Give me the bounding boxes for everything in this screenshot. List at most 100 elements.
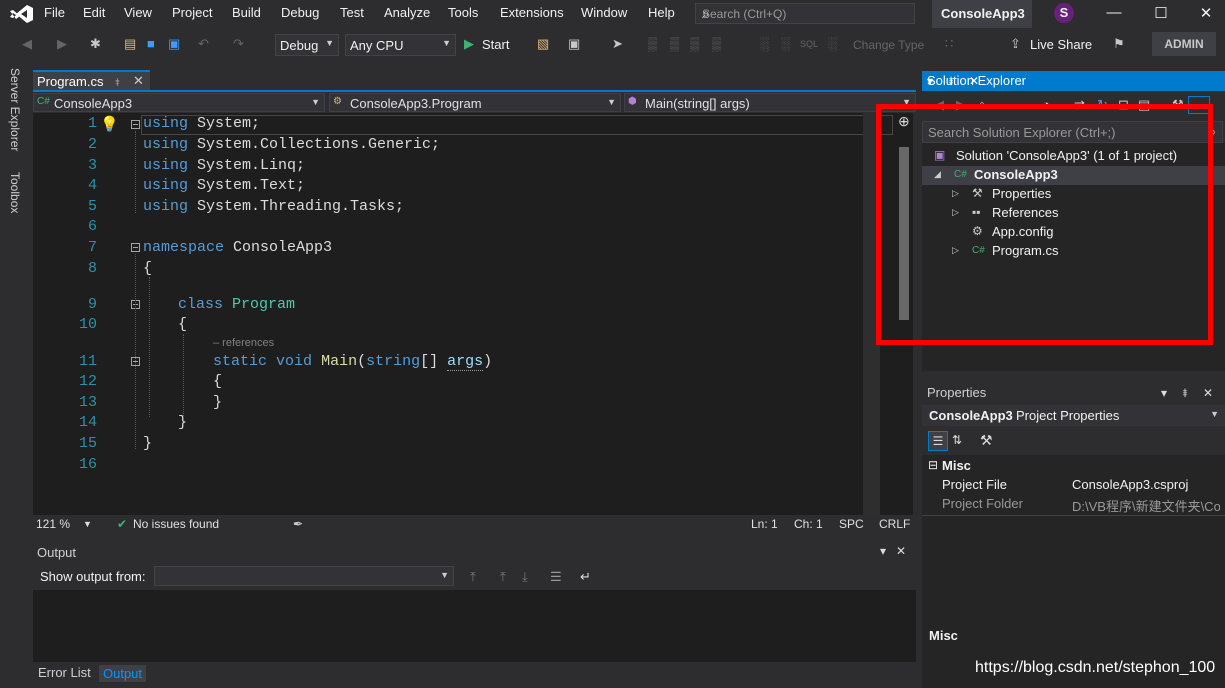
change-type-button[interactable]: Change Type bbox=[853, 38, 924, 52]
close-tab-icon[interactable]: ✕ bbox=[133, 73, 144, 89]
toolbar-icon-f[interactable]: ░ bbox=[781, 36, 790, 51]
minimize-icon[interactable]: — bbox=[1104, 4, 1124, 21]
toolbar-icon-g[interactable]: ░ bbox=[828, 36, 837, 51]
new-project-icon[interactable]: ✱ bbox=[90, 36, 101, 52]
sql-icon[interactable]: SQL bbox=[800, 39, 818, 49]
feedback-icon[interactable]: ⚑ bbox=[1113, 36, 1125, 52]
solution-configuration-select[interactable]: Debug ▼ bbox=[275, 34, 339, 56]
code-editor[interactable]: 💡 1 2 3 4 5 6 7 8 9 10 11 12 13 14 15 16… bbox=[33, 113, 913, 515]
property-pages-icon[interactable]: ⚒ bbox=[980, 432, 993, 449]
close-window-icon[interactable]: ✕ bbox=[1196, 4, 1216, 22]
tab-program-cs[interactable]: Program.cs ⯒ ✕ bbox=[33, 70, 150, 90]
type-name: Program bbox=[232, 296, 296, 313]
menu-project[interactable]: Project bbox=[172, 5, 212, 20]
solution-platform-select[interactable]: Any CPU ▼ bbox=[345, 34, 456, 56]
menu-view[interactable]: View bbox=[124, 5, 152, 20]
menu-debug[interactable]: Debug bbox=[281, 5, 319, 20]
toolbar-icon-a[interactable]: ▒ bbox=[648, 36, 657, 51]
menu-analyze[interactable]: Analyze bbox=[384, 5, 430, 20]
keyword: class bbox=[178, 296, 224, 313]
configuration-value: Debug bbox=[280, 38, 319, 53]
properties-object-select[interactable]: ConsoleApp3 Project Properties ▼ bbox=[922, 405, 1225, 426]
navigate-forward-icon[interactable]: ▶ bbox=[57, 36, 67, 52]
tab-error-list[interactable]: Error List bbox=[38, 665, 91, 680]
account-avatar[interactable]: S bbox=[1054, 3, 1074, 23]
save-all-icon[interactable]: ▣ bbox=[168, 36, 180, 52]
chevron-down-icon[interactable]: ▼ bbox=[83, 519, 92, 529]
parameter-name: args bbox=[447, 353, 484, 371]
indent-mode[interactable]: SPC bbox=[839, 517, 864, 531]
toolbar-icon-c[interactable]: ▒ bbox=[690, 36, 699, 51]
tab-title: Program.cs bbox=[37, 74, 104, 89]
menu-help[interactable]: Help bbox=[648, 5, 675, 20]
project-nav-select[interactable]: C# ConsoleApp3 ▼ bbox=[33, 93, 325, 112]
lightbulb-icon[interactable]: 💡 bbox=[100, 115, 119, 133]
window-buttons-icon[interactable]: ▾ ⯒ ✕ bbox=[927, 72, 1219, 93]
toolbar-icon-d[interactable]: ▒ bbox=[712, 36, 721, 51]
categorized-icon[interactable]: ☰ bbox=[928, 431, 948, 451]
codelens-references[interactable]: – references bbox=[213, 337, 274, 349]
line-endings[interactable]: CRLF bbox=[879, 517, 910, 531]
clear-all-icon[interactable]: ☰ bbox=[550, 569, 562, 585]
chevron-down-icon: ▼ bbox=[440, 570, 449, 580]
search-icon: ⌕ bbox=[702, 5, 710, 21]
collapse-using-icon[interactable] bbox=[131, 120, 140, 129]
server-explorer-tab[interactable]: Server Explorer bbox=[8, 68, 22, 151]
toolbar-icon-e[interactable]: ░ bbox=[760, 36, 769, 51]
collapse-namespace-icon[interactable] bbox=[131, 243, 140, 252]
category-label: Misc bbox=[942, 458, 971, 473]
visual-studio-logo-icon[interactable] bbox=[8, 4, 34, 24]
property-category[interactable]: ⊟ Misc bbox=[922, 456, 1225, 475]
word-wrap-icon[interactable]: ↵ bbox=[580, 569, 591, 585]
search-input[interactable]: Search (Ctrl+Q) ⌕ bbox=[695, 3, 915, 24]
code-line: using System.Threading.Tasks; bbox=[143, 198, 404, 215]
window-buttons-icon[interactable]: ▾ ⯒ ✕ bbox=[1161, 384, 1219, 405]
class-nav-select[interactable]: ⚙ ConsoleApp3.Program ▼ bbox=[329, 93, 621, 112]
member-nav-select[interactable]: ⬢ Main(string[] args) ▼ bbox=[624, 93, 916, 112]
output-text-area[interactable] bbox=[33, 590, 916, 662]
save-icon[interactable]: ■ bbox=[147, 36, 155, 51]
red-highlight-box bbox=[876, 104, 1213, 345]
code-text: ) bbox=[483, 353, 493, 370]
find-message-icon[interactable]: ⤒ bbox=[470, 569, 476, 585]
alphabetical-icon[interactable]: ⇅ bbox=[952, 433, 962, 447]
line-number: 8 bbox=[87, 260, 97, 277]
editor-status-row: 121 % ▼ ✔ No issues found ✒ Ln: 1 Ch: 1 … bbox=[33, 515, 916, 533]
next-message-icon[interactable]: ⤓ bbox=[522, 569, 528, 585]
line-number: 10 bbox=[78, 316, 97, 333]
property-row[interactable]: Project Folder D:\VB程序\新建文件夹\ConsoleApp3 bbox=[922, 494, 1225, 514]
menu-file[interactable]: File bbox=[44, 5, 65, 20]
menu-build[interactable]: Build bbox=[232, 5, 261, 20]
menu-window[interactable]: Window bbox=[581, 5, 627, 20]
pointer-icon[interactable]: ➤ bbox=[612, 36, 623, 52]
line-number: 14 bbox=[78, 414, 97, 431]
properties-title: Properties ▾ ⯒ ✕ bbox=[922, 383, 1225, 403]
toolbar-icon-b[interactable]: ▒ bbox=[670, 36, 679, 51]
tab-output[interactable]: Output bbox=[99, 665, 147, 682]
open-file-icon[interactable]: ▤ bbox=[124, 36, 136, 52]
toolbar-icon-h[interactable]: ∷ bbox=[945, 36, 953, 52]
close-panel-icon[interactable]: ✕ bbox=[896, 544, 906, 558]
menu-test[interactable]: Test bbox=[340, 5, 364, 20]
prev-message-icon[interactable]: ⤒ bbox=[500, 569, 506, 585]
collapse-category-icon[interactable]: ⊟ bbox=[928, 458, 938, 472]
browser-link-icon[interactable]: ▧ bbox=[537, 36, 549, 52]
property-row[interactable]: Project File ConsoleApp3.csproj bbox=[922, 475, 1225, 494]
screenshot-icon[interactable]: ▣ bbox=[568, 36, 580, 52]
redo-icon[interactable]: ↷ bbox=[233, 36, 244, 52]
menu-tools[interactable]: Tools bbox=[448, 5, 478, 20]
issues-status[interactable]: No issues found bbox=[133, 517, 219, 531]
zoom-level[interactable]: 121 % bbox=[36, 517, 70, 531]
toolbox-tab[interactable]: Toolbox bbox=[8, 172, 22, 213]
output-source-select[interactable]: ▼ bbox=[154, 566, 454, 586]
menu-extensions[interactable]: Extensions bbox=[500, 5, 564, 20]
live-share-button[interactable]: Live Share bbox=[1030, 37, 1092, 52]
undo-icon[interactable]: ↶ bbox=[198, 36, 209, 52]
line-number: 13 bbox=[78, 394, 97, 411]
navigate-back-icon[interactable]: ◀ bbox=[22, 36, 32, 52]
panel-menu-icon[interactable]: ▾ bbox=[880, 544, 886, 558]
brush-icon[interactable]: ✒ bbox=[293, 517, 303, 531]
maximize-icon[interactable]: ☐ bbox=[1151, 4, 1171, 22]
line-number: 16 bbox=[78, 456, 97, 473]
menu-edit[interactable]: Edit bbox=[83, 5, 105, 20]
